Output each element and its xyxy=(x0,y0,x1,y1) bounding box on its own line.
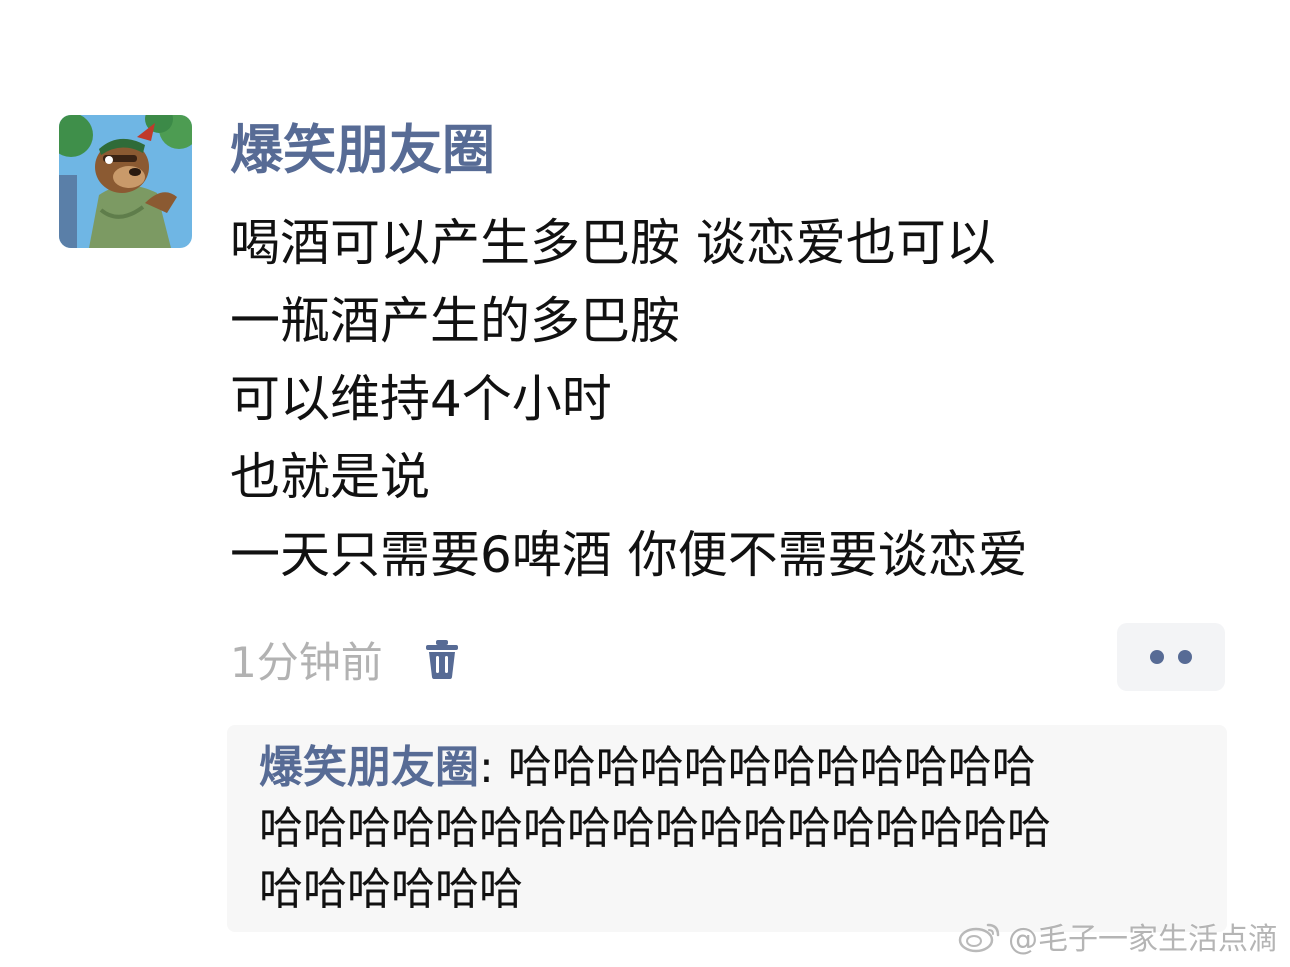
post-line: 一天只需要6啤酒 你便不需要谈恋爱 xyxy=(230,526,1028,584)
more-dots-icon xyxy=(1178,650,1192,664)
post-line: 一瓶酒产生的多巴胺 xyxy=(230,292,680,350)
avatar[interactable] xyxy=(59,115,192,248)
post-content: 喝酒可以产生多巴胺 谈恋爱也可以 一瓶酒产生的多巴胺 可以维持4个小时 也就是说… xyxy=(230,204,1230,594)
comment-line: 哈哈哈哈哈哈 xyxy=(259,864,523,915)
post-line: 可以维持4个小时 xyxy=(230,370,612,428)
post-timestamp: 1分钟前 xyxy=(230,637,383,687)
trash-icon xyxy=(425,640,458,679)
comment-separator: : xyxy=(479,742,508,793)
more-dots-icon xyxy=(1150,650,1164,664)
comment-line: 哈哈哈哈哈哈哈哈哈哈哈哈哈哈哈哈哈哈 xyxy=(259,803,1051,854)
weibo-logo-icon xyxy=(958,923,1000,953)
delete-button[interactable] xyxy=(421,635,463,683)
comment-section: 爆笑朋友圈: 哈哈哈哈哈哈哈哈哈哈哈哈 哈哈哈哈哈哈哈哈哈哈哈哈哈哈哈哈哈哈 哈… xyxy=(227,725,1227,932)
more-actions-button[interactable] xyxy=(1117,623,1225,691)
comment-text: 哈哈哈哈哈哈哈哈哈哈哈哈 xyxy=(507,742,1036,793)
post-author-name[interactable]: 爆笑朋友圈 xyxy=(230,118,495,184)
post-meta-row: 1分钟前 xyxy=(230,628,463,690)
post-line: 喝酒可以产生多巴胺 谈恋爱也可以 xyxy=(230,214,996,272)
cartoon-bear-avatar-icon xyxy=(59,115,192,248)
comment-line: 爆笑朋友圈: 哈哈哈哈哈哈哈哈哈哈哈哈 xyxy=(259,737,1197,798)
comment-author-name[interactable]: 爆笑朋友圈 xyxy=(259,742,479,793)
post-line: 也就是说 xyxy=(230,448,430,506)
watermark-text: @毛子一家生活点滴 xyxy=(1008,922,1278,957)
watermark: @毛子一家生活点滴 xyxy=(958,914,1278,958)
